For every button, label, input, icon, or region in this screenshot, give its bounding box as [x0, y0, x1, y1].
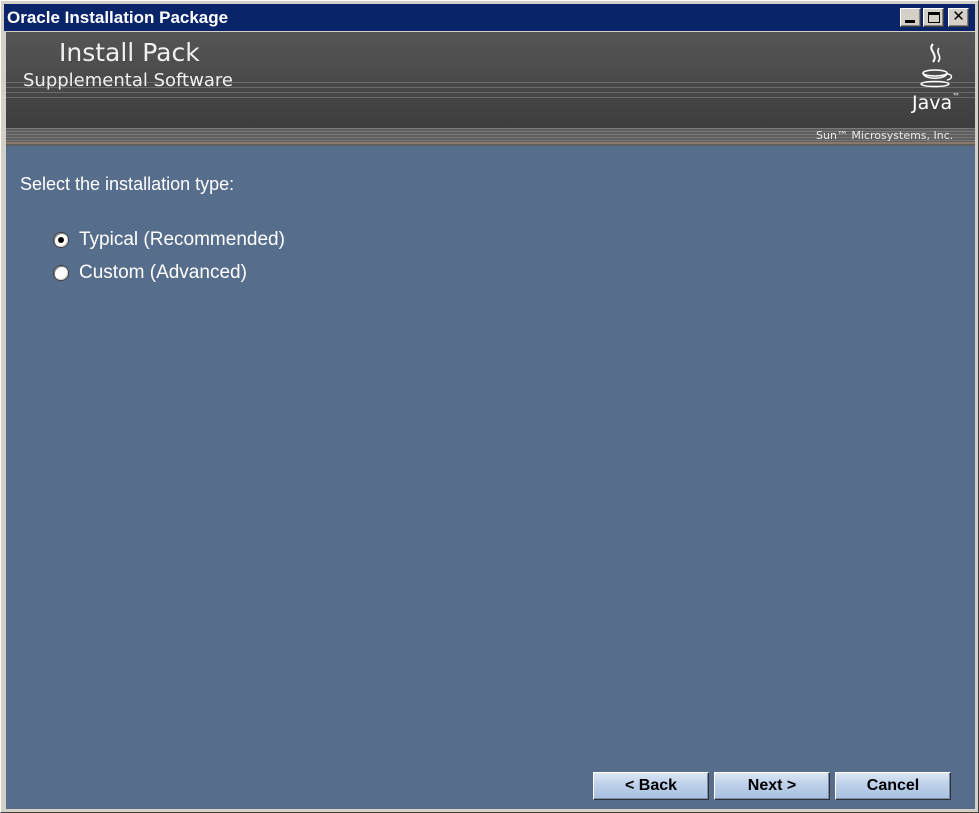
radio-button-typical[interactable]: [54, 233, 68, 247]
java-logo-text: Java™: [912, 92, 961, 114]
banner-subtitle: Supplemental Software: [23, 70, 233, 91]
header-banner: Install Pack Supplemental Software Java™…: [6, 32, 975, 146]
maximize-button[interactable]: [923, 8, 944, 27]
banner-stripe: [6, 92, 975, 93]
installer-window: Oracle Installation Package ✕ Install Pa…: [0, 0, 979, 813]
maximize-icon: [928, 12, 940, 23]
next-button[interactable]: Next >: [714, 772, 830, 800]
title-bar[interactable]: Oracle Installation Package ✕: [4, 4, 975, 31]
vendor-name: Sun™ Microsystems, Inc.: [816, 129, 954, 142]
radio-button-custom[interactable]: [54, 266, 68, 280]
minimize-icon: [905, 20, 915, 23]
minimize-button[interactable]: [900, 8, 921, 27]
main-panel: Select the installation type: Typical (R…: [6, 146, 975, 809]
option-typical-label[interactable]: Typical (Recommended): [79, 229, 285, 251]
close-icon: ✕: [952, 7, 965, 25]
radio-selected-dot: [58, 237, 64, 243]
window-title: Oracle Installation Package: [7, 8, 229, 27]
cancel-button[interactable]: Cancel: [835, 772, 951, 800]
option-custom-label[interactable]: Custom (Advanced): [79, 262, 247, 284]
banner-divider: [6, 142, 975, 144]
installation-type-prompt: Select the installation type:: [20, 174, 235, 194]
close-button[interactable]: ✕: [948, 8, 969, 27]
banner-title: Install Pack: [59, 38, 200, 67]
back-button[interactable]: < Back: [593, 772, 709, 800]
banner-stripe: [6, 97, 975, 98]
